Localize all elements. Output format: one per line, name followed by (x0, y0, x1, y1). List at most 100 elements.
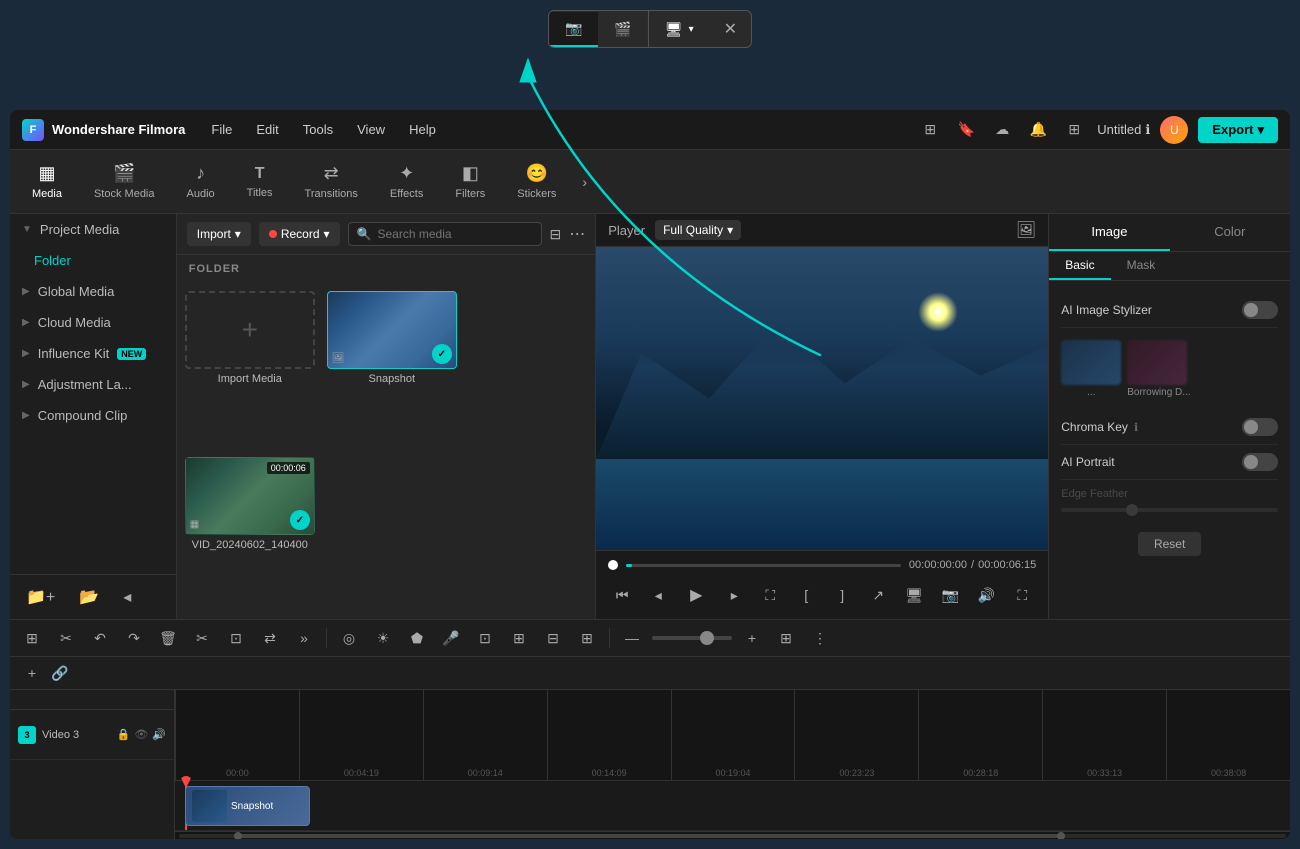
sub-tab-basic[interactable]: Basic (1049, 252, 1110, 280)
razor-tool-button[interactable]: ✂ (52, 624, 80, 652)
motion-icon[interactable]: ◎ (335, 624, 363, 652)
ripple-edit-button[interactable]: ⇄ (256, 624, 284, 652)
toolbar-item-audio[interactable]: ♪ Audio (173, 157, 229, 206)
redo-button[interactable]: ↷ (120, 624, 148, 652)
mark-in-button[interactable]: [ (792, 581, 820, 609)
toolbar-item-stickers[interactable]: 😊 Stickers (503, 157, 570, 206)
ai-image-stylizer-toggle[interactable] (1242, 301, 1278, 319)
chroma-key-toggle[interactable] (1242, 418, 1278, 436)
media-search-bar[interactable]: 🔍 (348, 222, 542, 246)
toolbar-item-titles[interactable]: T Titles (233, 159, 287, 205)
export-frame-button[interactable]: ↗ (864, 581, 892, 609)
stylizer-thumb-2[interactable]: Borrowing D... (1127, 340, 1190, 398)
sticker-timeline-icon[interactable]: ⊟ (539, 624, 567, 652)
close-toolbar-button[interactable]: ✕ (710, 11, 751, 47)
ai-portrait-toggle[interactable] (1242, 453, 1278, 471)
sub-tab-mask[interactable]: Mask (1111, 252, 1172, 280)
toolbar-more-chevron[interactable]: › (574, 166, 595, 198)
skip-to-start-button[interactable]: ⏮ (608, 581, 636, 609)
color-grading-icon[interactable]: ☀ (369, 624, 397, 652)
menu-help[interactable]: Help (399, 118, 446, 141)
import-media-item[interactable]: + Import Media (185, 291, 315, 445)
sidebar-item-influence-kit[interactable]: ▶ Influence Kit NEW (10, 338, 176, 369)
stylizer-thumb-1[interactable]: ... (1061, 340, 1121, 398)
frame-back-button[interactable]: ◂ (644, 581, 672, 609)
subtitle-icon[interactable]: ⊡ (471, 624, 499, 652)
add-folder-icon[interactable]: 📁+ (18, 583, 63, 611)
layout-options-button[interactable]: ⊞ (772, 624, 800, 652)
link-tracks-button[interactable]: 🔗 (46, 659, 74, 687)
edge-feather-thumb[interactable] (1126, 504, 1138, 516)
transition-timeline-icon[interactable]: ⊞ (573, 624, 601, 652)
menu-edit[interactable]: Edit (246, 118, 288, 141)
menu-tools[interactable]: Tools (293, 118, 343, 141)
split-button[interactable]: ⊡ (222, 624, 250, 652)
edge-feather-slider[interactable] (1061, 508, 1278, 512)
settings-button[interactable]: ⛶ (1008, 581, 1036, 609)
more-options-icon[interactable]: ⋯ (569, 224, 585, 244)
notification-icon[interactable]: 🔔 (1025, 117, 1051, 143)
frame-forward-button[interactable]: ▸ (720, 581, 748, 609)
bookmark-icon[interactable]: 🔖 (953, 117, 979, 143)
scroll-thumb-left[interactable] (234, 832, 242, 840)
snapshot-thumbnail[interactable]: 🖼 ✓ (327, 291, 457, 369)
folder-icon[interactable]: 📂 (71, 583, 107, 611)
toolbar-item-transitions[interactable]: ⇄ Transitions (291, 157, 372, 206)
search-input[interactable] (378, 227, 533, 241)
preview-window-button[interactable]: 🖥 (900, 581, 928, 609)
play-button[interactable]: ▶ (680, 579, 712, 611)
playhead-dot[interactable] (608, 560, 618, 570)
snapshot-button[interactable]: 📷 (936, 581, 964, 609)
sidebar-item-compound-clip[interactable]: ▶ Compound Clip (10, 400, 176, 431)
shape-icon[interactable]: ⬟ (403, 624, 431, 652)
zoom-slider-thumb[interactable] (700, 631, 714, 645)
fullscreen-button[interactable]: ⛶ (756, 581, 784, 609)
volume-button[interactable]: 🔊 (972, 581, 1000, 609)
sidebar-item-cloud-media[interactable]: ▶ Cloud Media (10, 307, 176, 338)
toolbar-item-media[interactable]: ▦ Media (18, 157, 76, 206)
scroll-track[interactable] (179, 834, 1286, 838)
zoom-in-button[interactable]: + (738, 624, 766, 652)
more-tools-button[interactable]: » (290, 624, 318, 652)
export-button[interactable]: Export ▾ (1198, 117, 1278, 143)
sidebar-item-adjustment[interactable]: ▶ Adjustment La... (10, 369, 176, 400)
toolbar-item-filters[interactable]: ◧ Filters (441, 157, 499, 206)
cut-button[interactable]: ✂ (188, 624, 216, 652)
track-audio-icon[interactable]: 🔊 (152, 728, 166, 741)
select-tool-button[interactable]: ⊞ (18, 624, 46, 652)
import-button[interactable]: Import ▾ (187, 222, 251, 246)
chroma-key-info-icon[interactable]: ℹ (1134, 421, 1138, 434)
collapse-sidebar-icon[interactable]: ◂ (115, 583, 139, 611)
sidebar-item-project-media[interactable]: ▼ Project Media (10, 214, 176, 245)
timeline-settings-button[interactable]: ⋮ (806, 624, 834, 652)
video-thumbnail[interactable]: 00:00:06 ▦ ✓ (185, 457, 315, 535)
record-button[interactable]: Record ▾ (259, 222, 340, 246)
snapshot-media-item[interactable]: 🖼 ✓ Snapshot (327, 291, 457, 445)
grid-icon[interactable]: ⊞ (1061, 117, 1087, 143)
fit-to-window-icon[interactable]: ⊞ (917, 117, 943, 143)
ai-tools-icon[interactable]: ⊞ (505, 624, 533, 652)
toolbar-item-effects[interactable]: ✦ Effects (376, 157, 437, 206)
scroll-thumb-right[interactable] (1057, 832, 1065, 840)
import-placeholder[interactable]: + (185, 291, 315, 369)
zoom-out-button[interactable]: — (618, 624, 646, 652)
screen-capture-button[interactable]: 🖥 ▾ (649, 13, 710, 46)
track-eye-icon[interactable]: 👁 (134, 728, 148, 741)
quality-select[interactable]: Full Quality ▾ (655, 220, 741, 240)
toolbar-item-stock-media[interactable]: 🎬 Stock Media (80, 157, 169, 206)
snapshot-clip[interactable]: Snapshot (185, 786, 310, 826)
video-media-item[interactable]: 00:00:06 ▦ ✓ VID_20240602_140400 (185, 457, 315, 611)
mic-icon[interactable]: 🎤 (437, 624, 465, 652)
sidebar-item-global-media[interactable]: ▶ Global Media (10, 276, 176, 307)
mark-out-button[interactable]: ] (828, 581, 856, 609)
sidebar-item-folder[interactable]: Folder (10, 245, 176, 276)
reset-button[interactable]: Reset (1138, 532, 1201, 556)
add-track-button[interactable]: + (18, 659, 46, 687)
upload-icon[interactable]: ☁ (989, 117, 1015, 143)
preview-image-btn[interactable]: 🖼 (1016, 220, 1036, 240)
filter-icon[interactable]: ⊟ (550, 226, 562, 243)
tab-image[interactable]: Image (1049, 214, 1169, 251)
user-avatar[interactable]: U (1160, 116, 1188, 144)
tab-color[interactable]: Color (1170, 214, 1290, 251)
menu-file[interactable]: File (201, 118, 242, 141)
